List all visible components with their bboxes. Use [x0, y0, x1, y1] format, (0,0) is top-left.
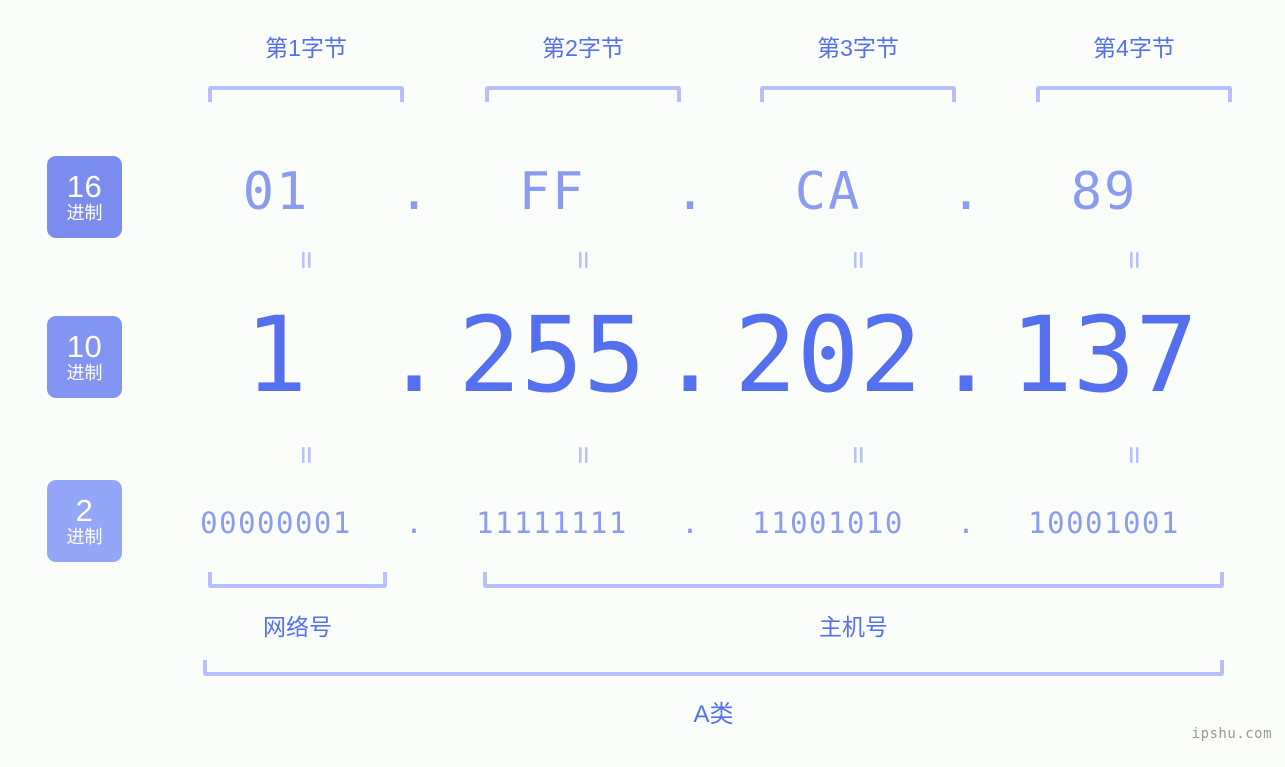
radix-badge-decimal-unit: 进制 — [66, 363, 103, 383]
radix-badge-decimal: 10 进制 — [47, 316, 122, 398]
radix-badge-binary: 2 进制 — [47, 480, 122, 562]
decimal-byte-4: 137 — [1010, 294, 1198, 416]
hex-byte-1: 01 — [242, 162, 310, 222]
binary-separator-3: . — [957, 506, 975, 540]
radix-badge-hex-unit: 进制 — [66, 203, 103, 223]
host-part-label: 主机号 — [819, 614, 888, 640]
byte-bracket-1 — [208, 86, 404, 102]
network-part-bracket — [208, 572, 387, 588]
hex-byte-3: CA — [794, 162, 862, 222]
binary-row: 00000001 . 11111111 . 11001010 . 1000100… — [178, 490, 1263, 556]
hex-separator-1: . — [398, 162, 430, 222]
decimal-separator-2: . — [658, 294, 722, 416]
host-part-bracket — [483, 572, 1224, 588]
decimal-byte-2: 255 — [458, 294, 646, 416]
radix-badge-binary-unit: 进制 — [66, 527, 103, 547]
site-watermark: ipshu.com — [1191, 726, 1272, 742]
ip-breakdown-diagram: 第1字节 第2字节 第3字节 第4字节 16 进制 10 进制 2 进制 01 … — [0, 0, 1285, 767]
binary-separator-1: . — [405, 506, 423, 540]
hex-row: 01 . FF . CA . 89 — [178, 152, 1263, 232]
radix-badge-hex: 16 进制 — [47, 156, 122, 238]
binary-byte-2: 11111111 — [476, 506, 628, 540]
byte-header-4: 第4字节 — [1093, 35, 1175, 61]
byte-bracket-3 — [760, 86, 956, 102]
radix-badge-binary-number: 2 — [75, 493, 94, 528]
byte-bracket-2 — [485, 86, 681, 102]
hex-byte-4: 89 — [1070, 162, 1138, 222]
byte-header-2: 第2字节 — [542, 35, 624, 61]
decimal-byte-1: 1 — [244, 294, 308, 416]
byte-header-1: 第1字节 — [265, 35, 347, 61]
radix-badge-hex-number: 16 — [66, 169, 103, 204]
ip-class-label: A类 — [693, 701, 734, 728]
binary-byte-1: 00000001 — [200, 506, 352, 540]
byte-header-3: 第3字节 — [817, 35, 899, 61]
decimal-separator-3: . — [934, 294, 998, 416]
binary-byte-4: 10001001 — [1028, 506, 1180, 540]
decimal-separator-1: . — [382, 294, 446, 416]
decimal-row: 1 . 255 . 202 . 137 — [178, 290, 1263, 420]
ip-class-bracket — [203, 660, 1224, 676]
radix-badge-decimal-number: 10 — [66, 329, 103, 364]
network-part-label: 网络号 — [263, 614, 332, 640]
binary-separator-2: . — [681, 506, 699, 540]
hex-separator-2: . — [674, 162, 706, 222]
binary-byte-3: 11001010 — [752, 506, 904, 540]
byte-bracket-4 — [1036, 86, 1232, 102]
decimal-byte-3: 202 — [734, 294, 922, 416]
hex-byte-2: FF — [518, 162, 586, 222]
hex-separator-3: . — [950, 162, 982, 222]
